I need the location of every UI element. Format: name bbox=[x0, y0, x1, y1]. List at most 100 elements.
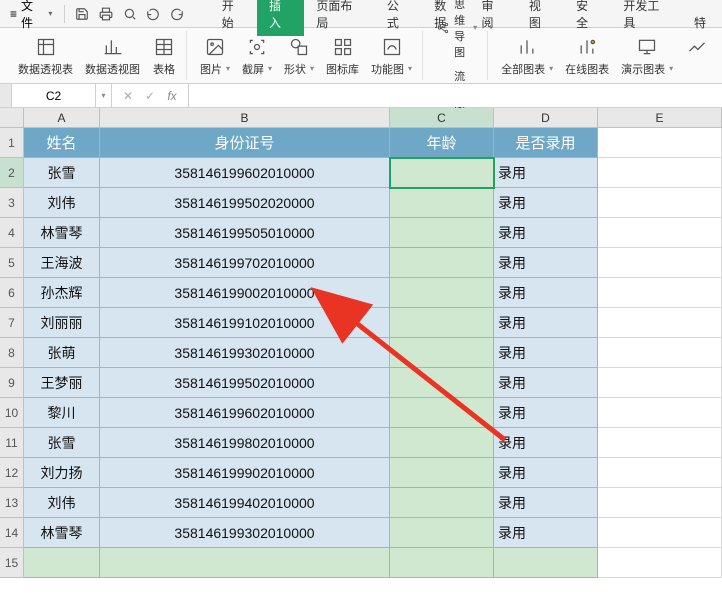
header-status[interactable]: 是否录用 bbox=[494, 128, 598, 158]
cell-name[interactable]: 张雪 bbox=[24, 428, 100, 458]
cell-empty[interactable] bbox=[598, 128, 722, 158]
chart-type-1-button[interactable] bbox=[681, 33, 713, 79]
fx-icon[interactable]: fx bbox=[164, 88, 180, 104]
cell-status[interactable]: 录用 bbox=[494, 518, 598, 548]
row-header-4[interactable]: 4 bbox=[0, 218, 23, 248]
row-header-3[interactable]: 3 bbox=[0, 188, 23, 218]
cell-name[interactable]: 刘力扬 bbox=[24, 458, 100, 488]
cell-name[interactable]: 刘丽丽 bbox=[24, 308, 100, 338]
cell-status[interactable]: 录用 bbox=[494, 278, 598, 308]
cell-age[interactable] bbox=[390, 158, 494, 188]
cell-empty[interactable] bbox=[598, 188, 722, 218]
icons-button[interactable]: 图标库 bbox=[322, 33, 363, 79]
cell-age[interactable] bbox=[390, 278, 494, 308]
cell-empty[interactable] bbox=[598, 458, 722, 488]
cell-id[interactable]: 358146199102010000 bbox=[100, 308, 390, 338]
cell-empty[interactable] bbox=[598, 518, 722, 548]
cell-empty[interactable] bbox=[24, 548, 100, 578]
table-button[interactable]: 表格 bbox=[148, 33, 180, 79]
cell-empty[interactable] bbox=[598, 308, 722, 338]
col-header-B[interactable]: B bbox=[100, 108, 390, 127]
row-header-11[interactable]: 11 bbox=[0, 428, 23, 458]
cell-empty[interactable] bbox=[598, 398, 722, 428]
name-box-dropdown[interactable]: ▾ bbox=[96, 84, 112, 107]
cell-status[interactable]: 录用 bbox=[494, 308, 598, 338]
cell-name[interactable]: 黎川 bbox=[24, 398, 100, 428]
cell-empty[interactable] bbox=[598, 278, 722, 308]
cell-age[interactable] bbox=[390, 308, 494, 338]
shapes-button[interactable]: 形状▾ bbox=[280, 33, 318, 79]
cell-age[interactable] bbox=[390, 398, 494, 428]
cell-id[interactable]: 358146199502020000 bbox=[100, 188, 390, 218]
cell-empty[interactable] bbox=[598, 338, 722, 368]
cell-empty[interactable] bbox=[598, 428, 722, 458]
cell-id[interactable]: 358146199702010000 bbox=[100, 248, 390, 278]
row-header-7[interactable]: 7 bbox=[0, 308, 23, 338]
cell-id[interactable]: 358146199802010000 bbox=[100, 428, 390, 458]
cell-age[interactable] bbox=[390, 488, 494, 518]
row-header-10[interactable]: 10 bbox=[0, 398, 23, 428]
save-icon[interactable] bbox=[71, 3, 93, 25]
row-header-2[interactable]: 2 bbox=[0, 158, 23, 188]
row-header-1[interactable]: 1 bbox=[0, 128, 23, 158]
cell-status[interactable]: 录用 bbox=[494, 368, 598, 398]
header-name[interactable]: 姓名 bbox=[24, 128, 100, 158]
header-id[interactable]: 身份证号 bbox=[100, 128, 390, 158]
row-header-5[interactable]: 5 bbox=[0, 248, 23, 278]
cell-empty[interactable] bbox=[494, 548, 598, 578]
cell-id[interactable]: 358146199602010000 bbox=[100, 398, 390, 428]
cell-empty[interactable] bbox=[598, 488, 722, 518]
all-charts-button[interactable]: 全部图表▾ bbox=[497, 33, 557, 79]
row-header-12[interactable]: 12 bbox=[0, 458, 23, 488]
row-header-15[interactable]: 15 bbox=[0, 548, 23, 578]
cell-status[interactable]: 录用 bbox=[494, 488, 598, 518]
cell-status[interactable]: 录用 bbox=[494, 428, 598, 458]
pivot-table-button[interactable]: 数据透视表 bbox=[14, 33, 77, 79]
chart-type-2-button[interactable] bbox=[717, 33, 722, 79]
cell-id[interactable]: 358146199402010000 bbox=[100, 488, 390, 518]
cell-empty[interactable] bbox=[598, 368, 722, 398]
confirm-icon[interactable]: ✓ bbox=[142, 88, 158, 104]
col-header-C[interactable]: C bbox=[390, 108, 494, 127]
cell-id[interactable]: 358146199902010000 bbox=[100, 458, 390, 488]
cell-id[interactable]: 358146199505010000 bbox=[100, 218, 390, 248]
cell-status[interactable]: 录用 bbox=[494, 158, 598, 188]
cell-name[interactable]: 王海波 bbox=[24, 248, 100, 278]
cell-name[interactable]: 刘伟 bbox=[24, 188, 100, 218]
header-age[interactable]: 年龄 bbox=[390, 128, 494, 158]
cell-name[interactable]: 张萌 bbox=[24, 338, 100, 368]
redo-icon[interactable] bbox=[166, 3, 188, 25]
cell-empty[interactable] bbox=[598, 158, 722, 188]
cell-age[interactable] bbox=[390, 218, 494, 248]
formula-input[interactable] bbox=[189, 84, 722, 107]
mindmap-button[interactable]: 思维导图▾ bbox=[432, 0, 481, 62]
row-header-6[interactable]: 6 bbox=[0, 278, 23, 308]
cell-id[interactable]: 358146199302010000 bbox=[100, 518, 390, 548]
cell-status[interactable]: 录用 bbox=[494, 188, 598, 218]
picture-button[interactable]: 图片▾ bbox=[196, 33, 234, 79]
undo-icon[interactable] bbox=[142, 3, 164, 25]
row-header-14[interactable]: 14 bbox=[0, 518, 23, 548]
file-menu[interactable]: ≡ 文件 ▾ bbox=[4, 0, 58, 33]
col-header-A[interactable]: A bbox=[24, 108, 100, 127]
cell-name[interactable]: 林雪琴 bbox=[24, 518, 100, 548]
col-header-E[interactable]: E bbox=[598, 108, 722, 127]
cancel-icon[interactable]: ✕ bbox=[120, 88, 136, 104]
row-header-8[interactable]: 8 bbox=[0, 338, 23, 368]
cell-age[interactable] bbox=[390, 338, 494, 368]
cell-name[interactable]: 王梦丽 bbox=[24, 368, 100, 398]
cell-name[interactable]: 孙杰辉 bbox=[24, 278, 100, 308]
cell-status[interactable]: 录用 bbox=[494, 218, 598, 248]
cell-id[interactable]: 358146199602010000 bbox=[100, 158, 390, 188]
online-chart-button[interactable]: 在线图表 bbox=[561, 33, 613, 79]
cell-id[interactable]: 358146199502010000 bbox=[100, 368, 390, 398]
cell-empty[interactable] bbox=[598, 548, 722, 578]
cell-id[interactable]: 358146199002010000 bbox=[100, 278, 390, 308]
cell-age[interactable] bbox=[390, 458, 494, 488]
cell-age[interactable] bbox=[390, 248, 494, 278]
cell-empty[interactable] bbox=[390, 548, 494, 578]
row-header-9[interactable]: 9 bbox=[0, 368, 23, 398]
cell-name[interactable]: 林雪琴 bbox=[24, 218, 100, 248]
cell-age[interactable] bbox=[390, 368, 494, 398]
print-preview-icon[interactable] bbox=[119, 3, 141, 25]
